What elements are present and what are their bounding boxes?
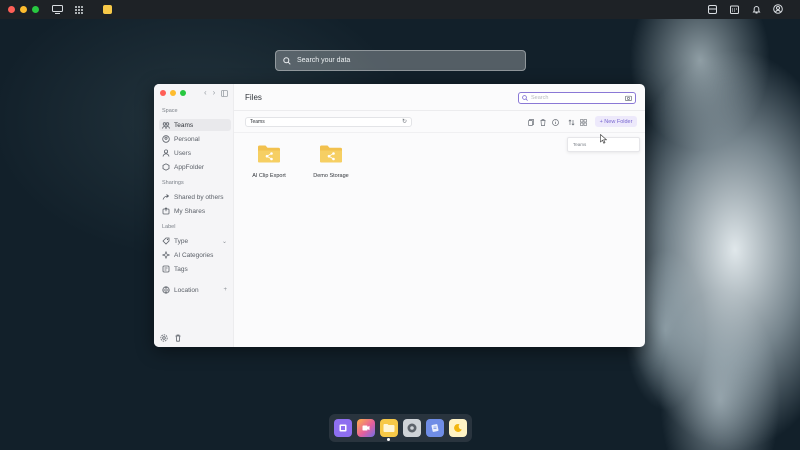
files-minimize-button[interactable] bbox=[170, 90, 176, 96]
sidebar-item-label: Tags bbox=[174, 265, 188, 273]
sidebar-item-label: My Shares bbox=[174, 207, 206, 215]
sort-icon[interactable] bbox=[566, 117, 576, 127]
grid-view-icon[interactable] bbox=[578, 117, 588, 127]
file-name: AI Clip Export bbox=[252, 173, 286, 179]
sidebar-item-personal[interactable]: Personal bbox=[159, 133, 231, 145]
header-divider bbox=[234, 110, 645, 111]
maximize-button[interactable] bbox=[32, 6, 39, 13]
trash-icon[interactable] bbox=[174, 334, 182, 342]
sidebar-item-label: Type bbox=[174, 237, 189, 245]
sidebar-item-label: Teams bbox=[174, 121, 194, 129]
video-app-icon[interactable] bbox=[357, 419, 375, 437]
account-icon[interactable] bbox=[772, 3, 784, 15]
files-window: ‹ › Space Teams Personal Users AppFolder… bbox=[154, 84, 645, 347]
sidebar-item-label: Shared by others bbox=[174, 193, 224, 201]
file-item[interactable]: Demo Storage bbox=[301, 144, 361, 179]
tag-icon bbox=[162, 265, 170, 273]
type-icon bbox=[162, 237, 170, 245]
mouse-cursor-icon bbox=[600, 134, 607, 144]
close-button[interactable] bbox=[8, 6, 15, 13]
calendar-icon[interactable] bbox=[728, 3, 740, 15]
files-search-placeholder: Search bbox=[531, 95, 549, 101]
ai-categories-icon bbox=[162, 251, 170, 259]
settings-app-icon[interactable] bbox=[403, 419, 421, 437]
sidebar-item-label: AppFolder bbox=[174, 163, 204, 171]
section-title-sharings: Sharings bbox=[162, 180, 184, 186]
archive-icon[interactable] bbox=[706, 3, 718, 15]
location-icon bbox=[162, 286, 170, 294]
sidebar-item-appfolder[interactable]: AppFolder bbox=[159, 161, 231, 173]
sidebar-item-label: AI Categories bbox=[174, 251, 214, 259]
image-search-icon[interactable] bbox=[625, 95, 632, 101]
team-icon bbox=[162, 121, 170, 129]
moon-app-icon[interactable] bbox=[449, 419, 467, 437]
editor-app-icon[interactable] bbox=[426, 419, 444, 437]
new-folder-button[interactable]: + New Folder bbox=[595, 116, 637, 127]
page-title: Files bbox=[245, 93, 262, 102]
menu-bar bbox=[0, 0, 800, 19]
files-window-controls bbox=[160, 90, 186, 96]
files-maximize-button[interactable] bbox=[180, 90, 186, 96]
section-title-label: Label bbox=[162, 224, 176, 230]
shared-folder-icon bbox=[319, 144, 343, 164]
shared-folder-icon bbox=[257, 144, 281, 164]
notes-app-icon[interactable] bbox=[103, 5, 112, 14]
sidebar-item-tags[interactable]: Tags bbox=[159, 263, 231, 275]
files-app-icon[interactable] bbox=[380, 419, 398, 441]
file-name: Demo Storage bbox=[313, 173, 349, 179]
breadcrumb-label: Teams bbox=[250, 119, 265, 125]
user-icon bbox=[162, 149, 170, 157]
toolbar-divider bbox=[234, 132, 645, 133]
copy-icon[interactable] bbox=[526, 117, 536, 127]
my-shares-icon bbox=[162, 207, 170, 215]
sidebar: ‹ › Space Teams Personal Users AppFolder… bbox=[154, 84, 234, 347]
new-folder-label: + New Folder bbox=[599, 118, 633, 125]
forward-arrow-icon[interactable]: › bbox=[213, 88, 216, 97]
window-controls bbox=[8, 6, 39, 13]
personal-icon bbox=[162, 135, 170, 143]
section-title-space: Space bbox=[162, 108, 178, 114]
file-item[interactable]: AI Clip Export bbox=[239, 144, 299, 179]
bell-icon[interactable] bbox=[750, 3, 762, 15]
media-app-icon[interactable] bbox=[334, 419, 352, 437]
files-search-input[interactable]: Search bbox=[518, 92, 636, 104]
dock bbox=[329, 414, 472, 442]
sidebar-item-label: Personal bbox=[174, 135, 200, 143]
files-close-button[interactable] bbox=[160, 90, 166, 96]
breadcrumb[interactable]: Teams ↻ bbox=[245, 117, 412, 127]
view-options bbox=[566, 117, 588, 127]
dropdown-option[interactable]: Teams bbox=[573, 142, 586, 147]
info-icon[interactable] bbox=[550, 117, 560, 127]
toolbar-actions bbox=[526, 117, 560, 127]
sidebar-item-shared-by-others[interactable]: Shared by others bbox=[159, 191, 231, 203]
minimize-button[interactable] bbox=[20, 6, 27, 13]
add-location-button[interactable]: + bbox=[223, 287, 227, 293]
settings-icon[interactable] bbox=[160, 334, 168, 342]
refresh-icon[interactable]: ↻ bbox=[402, 118, 407, 125]
search-icon bbox=[283, 56, 291, 65]
running-indicator bbox=[387, 438, 390, 441]
search-icon bbox=[522, 95, 528, 101]
app-folder-icon bbox=[162, 163, 170, 171]
sidebar-item-teams[interactable]: Teams bbox=[159, 119, 231, 131]
back-arrow-icon[interactable]: ‹ bbox=[204, 88, 207, 97]
sidebar-item-users[interactable]: Users bbox=[159, 147, 231, 159]
screen-mirror-icon[interactable] bbox=[51, 4, 63, 16]
sidebar-item-location[interactable]: Location + bbox=[159, 284, 231, 296]
global-search-input[interactable]: Search your data bbox=[275, 50, 526, 71]
sidebar-item-label: Location bbox=[174, 286, 199, 294]
sidebar-toggle-icon[interactable] bbox=[221, 90, 229, 97]
delete-icon[interactable] bbox=[538, 117, 548, 127]
sidebar-item-label: Users bbox=[174, 149, 191, 157]
global-search-placeholder: Search your data bbox=[297, 57, 351, 64]
sidebar-item-ai-categories[interactable]: AI Categories bbox=[159, 249, 231, 261]
chevron-down-icon[interactable]: ⌄ bbox=[222, 238, 227, 245]
sidebar-item-type[interactable]: Type ⌄ bbox=[159, 235, 231, 247]
sidebar-item-my-shares[interactable]: My Shares bbox=[159, 205, 231, 217]
grid-apps-icon[interactable] bbox=[73, 4, 85, 16]
shared-icon bbox=[162, 193, 170, 201]
